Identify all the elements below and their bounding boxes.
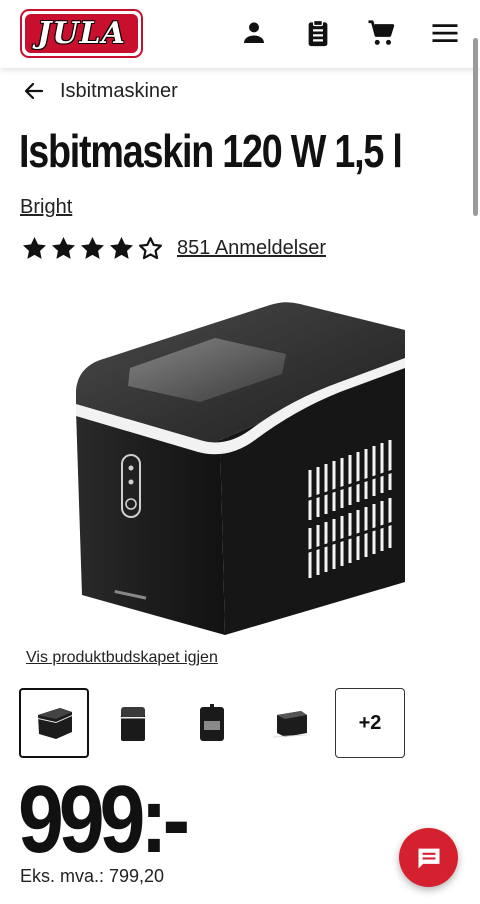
- logo-text: JULA: [37, 16, 126, 51]
- site-header: JULA: [0, 0, 480, 68]
- star-empty-icon: [136, 234, 165, 263]
- price: 999:-: [18, 766, 190, 873]
- thumbnail-2[interactable]: [98, 688, 168, 758]
- scrollbar[interactable]: [473, 38, 478, 216]
- clipboard-list-icon[interactable]: [303, 18, 333, 48]
- brand-link[interactable]: Bright: [20, 196, 72, 219]
- star-full-icon: [20, 234, 49, 263]
- star-full-icon: [107, 234, 136, 263]
- product-title: Isbitmaskin 120 W 1,5 l: [19, 125, 403, 177]
- chat-icon: [415, 844, 443, 872]
- breadcrumb[interactable]: Isbitmaskiner: [22, 78, 178, 104]
- arrow-left-icon[interactable]: [22, 79, 46, 103]
- chat-button[interactable]: [399, 828, 458, 887]
- menu-icon[interactable]: [430, 18, 460, 48]
- star-full-icon: [49, 234, 78, 263]
- cart-icon[interactable]: [366, 18, 396, 48]
- jula-logo[interactable]: JULA: [20, 9, 143, 58]
- star-full-icon: [78, 234, 107, 263]
- product-image[interactable]: [60, 290, 420, 650]
- thumbnail-1[interactable]: [19, 688, 89, 758]
- price-ex-vat: Eks. mva.: 799,20: [20, 866, 165, 886]
- account-icon[interactable]: [239, 18, 269, 48]
- breadcrumb-label[interactable]: Isbitmaskiner: [60, 80, 178, 103]
- thumbnail-4[interactable]: [256, 688, 326, 758]
- thumbnail-3[interactable]: [177, 688, 247, 758]
- rating[interactable]: 851 Anmeldelser: [20, 233, 326, 263]
- more-images-button[interactable]: +2: [335, 688, 405, 758]
- reviews-link[interactable]: 851 Anmeldelser: [177, 237, 326, 260]
- video-link[interactable]: Vis produktbudskapet igjen: [18, 641, 226, 667]
